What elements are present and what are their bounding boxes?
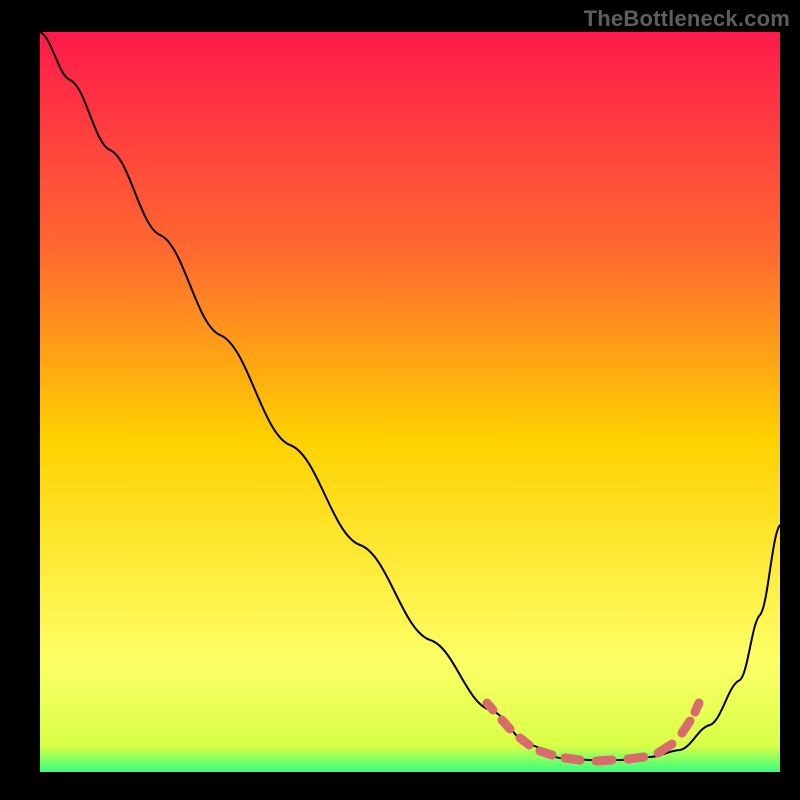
plot-background bbox=[40, 32, 780, 772]
dash-segment bbox=[565, 758, 580, 760]
chart-plot bbox=[0, 0, 800, 800]
dash-segment bbox=[540, 751, 552, 755]
dash-segment bbox=[520, 738, 529, 745]
dash-segment bbox=[502, 720, 510, 729]
dash-segment bbox=[596, 760, 612, 761]
dash-segment bbox=[695, 703, 699, 712]
dash-segment bbox=[487, 703, 493, 710]
chart-frame: { "watermark": "TheBottleneck.com", "col… bbox=[0, 0, 800, 800]
watermark-text: TheBottleneck.com bbox=[584, 6, 790, 32]
dash-segment bbox=[628, 757, 644, 759]
